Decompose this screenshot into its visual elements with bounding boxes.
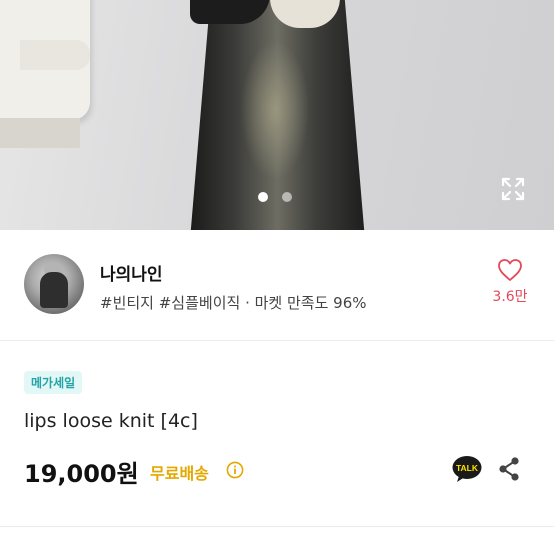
seller-tags: #빈티지 #심플베이직 · 마켓 만족도 96% [100, 294, 367, 312]
photo-skirt-highlight [240, 40, 310, 180]
seller-section[interactable]: 나의나인 #빈티지 #심플베이직 · 마켓 만족도 96% 3.6만 [0, 230, 554, 340]
section-divider [0, 340, 554, 341]
expand-icon[interactable] [500, 176, 526, 202]
free-shipping-label: 무료배송 [150, 464, 209, 483]
share-icon [499, 457, 519, 481]
share-button[interactable] [497, 456, 521, 482]
heart-icon [498, 259, 522, 281]
talk-icon-label: TALK [456, 463, 479, 473]
carousel-dot[interactable] [282, 192, 292, 202]
sale-badge: 메가세일 [24, 371, 83, 394]
carousel-dot-active[interactable] [258, 192, 268, 202]
product-price: 19,000원 [24, 460, 139, 488]
photo-sofa-arm [20, 40, 90, 70]
favorite-button[interactable]: 3.6만 [487, 258, 533, 306]
avatar-body [40, 272, 68, 308]
seller-avatar[interactable] [24, 254, 84, 314]
product-title: lips loose knit [4c] [24, 410, 198, 432]
product-image-carousel[interactable] [0, 0, 554, 230]
talk-icon: TALK [452, 456, 482, 482]
favorite-count: 3.6만 [492, 289, 528, 305]
carousel-indicator [258, 192, 292, 202]
bottom-divider [0, 526, 554, 527]
info-icon[interactable] [226, 461, 244, 479]
talk-button[interactable]: TALK [452, 455, 482, 483]
seller-name[interactable]: 나의나인 [100, 260, 163, 285]
photo-sofa-base [0, 118, 80, 148]
